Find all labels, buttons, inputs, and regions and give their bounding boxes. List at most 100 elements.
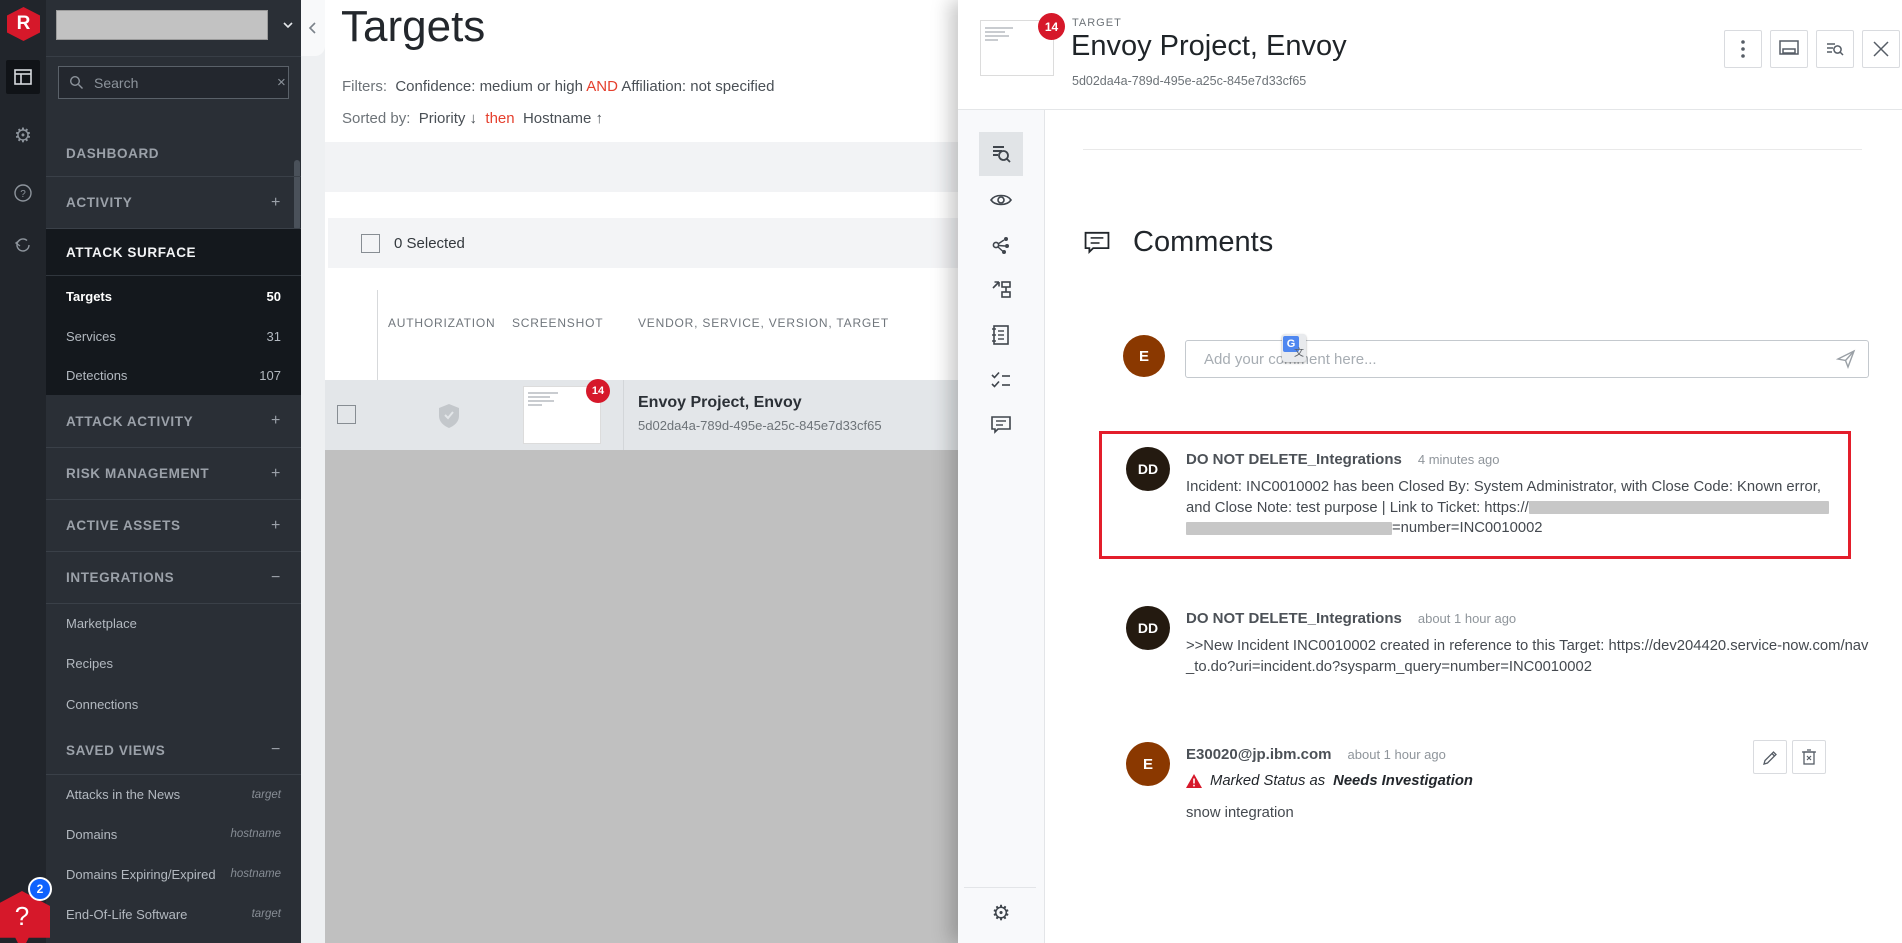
panel-uuid: 5d02da4a-789d-495e-a25c-845e7d33cf65: [1072, 74, 1307, 88]
paths-icon[interactable]: [979, 268, 1023, 312]
page-title: Targets: [341, 2, 486, 51]
filter-confidence[interactable]: Confidence: medium or high: [395, 78, 583, 95]
pencil-icon: [1762, 750, 1777, 765]
translate-extension-icon[interactable]: G文: [1282, 334, 1306, 362]
settings-icon[interactable]: ⚙: [6, 118, 40, 152]
saved-view-domains[interactable]: Domains hostname: [46, 814, 301, 854]
expand-plus-icon[interactable]: +: [271, 517, 281, 535]
services-count: 31: [266, 328, 281, 344]
panel-title: Envoy Project, Envoy: [1071, 30, 1347, 62]
target-detail-panel: 14 TARGET Envoy Project, Envoy 5d02da4a-…: [958, 0, 1902, 943]
detail-search-icon[interactable]: [979, 132, 1023, 176]
sort-priority[interactable]: Priority ↓: [419, 110, 477, 127]
table-row[interactable]: 14 Envoy Project, Envoy 5d02da4a-789d-49…: [325, 379, 958, 450]
authorization-shield-icon: [437, 403, 461, 429]
delete-comment-button[interactable]: [1792, 740, 1826, 774]
checklist-icon[interactable]: [979, 358, 1023, 402]
select-all-checkbox[interactable]: [361, 233, 380, 253]
row-checkbox[interactable]: [337, 405, 356, 424]
expand-plus-icon[interactable]: +: [271, 465, 281, 483]
close-icon: [1873, 41, 1889, 57]
org-switcher[interactable]: [46, 0, 301, 57]
comment-time: about 1 hour ago: [1417, 611, 1517, 626]
org-name-redacted: [56, 10, 268, 40]
randori-logo[interactable]: R: [7, 7, 40, 41]
sidebar-item-saved-views[interactable]: SAVED VIEWS −: [46, 726, 301, 774]
warning-icon: [1186, 774, 1202, 788]
sidebar-search: ×: [58, 66, 289, 99]
sidebar-collapse-strip: [301, 0, 325, 943]
collapse-sidebar-button[interactable]: [301, 0, 325, 56]
settings-icon[interactable]: ⚙: [979, 891, 1023, 935]
sidebar-item-attack-activity[interactable]: ATTACK ACTIVITY +: [46, 395, 301, 447]
saved-view-attacks-in-the-news[interactable]: Attacks in the News target: [46, 774, 301, 814]
filter-affiliation[interactable]: Affiliation: not specified: [621, 78, 774, 95]
expand-plus-icon[interactable]: +: [271, 412, 281, 430]
comment-body: >>New Incident INC0010002 created in ref…: [1186, 638, 1869, 675]
comment-body: snow integration: [1186, 805, 1294, 821]
notes-icon[interactable]: [979, 313, 1023, 357]
column-header-authorization[interactable]: AUTHORIZATION: [388, 316, 496, 330]
help-icon[interactable]: ?: [6, 176, 40, 210]
detections-count: 107: [259, 368, 281, 383]
chat-notification-badge: 2: [28, 877, 52, 901]
chevron-left-icon: [308, 22, 316, 34]
selected-count-label: 0 Selected: [394, 234, 465, 252]
collapse-minus-icon[interactable]: −: [271, 569, 281, 587]
sidebar-item-dashboard[interactable]: DASHBOARD: [46, 130, 301, 176]
target-screenshot-thumbnail[interactable]: 14: [980, 13, 1065, 76]
close-panel-button[interactable]: [1862, 30, 1900, 68]
logout-icon[interactable]: [6, 228, 40, 262]
sort-hostname[interactable]: Hostname ↑: [523, 110, 603, 127]
sidebar-item-risk-management[interactable]: RISK MANAGEMENT +: [46, 447, 301, 499]
saved-view-domains-expiring[interactable]: Domains Expiring/Expired hostname: [46, 854, 301, 894]
sidebar-item-detections[interactable]: Detections 107: [46, 356, 301, 395]
comment-author[interactable]: DO NOT DELETE_Integrations: [1186, 610, 1402, 627]
search-icon: [69, 75, 84, 90]
column-header-vendor[interactable]: VENDOR, SERVICE, VERSION, TARGET: [638, 316, 889, 330]
toolbar-band: [325, 142, 958, 192]
filter-operator: AND: [586, 78, 618, 95]
saved-view-end-of-life[interactable]: End-Of-Life Software target: [46, 894, 301, 934]
edit-comment-button[interactable]: [1753, 740, 1787, 774]
row-target-uuid: 5d02da4a-789d-495e-a25c-845e7d33cf65: [638, 418, 882, 433]
audit-search-button[interactable]: [1816, 30, 1854, 68]
row-screenshot-thumbnail[interactable]: 14: [523, 379, 610, 444]
sidebar-item-services[interactable]: Services 31: [46, 316, 301, 356]
saved-view-type: hostname: [230, 828, 281, 840]
filters-line: Filters: Confidence: medium or high AND …: [342, 78, 775, 95]
rail-divider: [964, 887, 1036, 888]
selection-bar: 0 Selected: [328, 218, 958, 268]
panel-header: 14 TARGET Envoy Project, Envoy 5d02da4a-…: [958, 0, 1902, 110]
targets-page: Targets Filters: Confidence: medium or h…: [325, 0, 958, 450]
sorted-line: Sorted by: Priority ↓ then Hostname ↑: [342, 110, 603, 127]
saved-view-type: target: [251, 788, 281, 801]
overflow-menu-button[interactable]: [1724, 30, 1762, 68]
sidebar-item-targets[interactable]: Targets 50: [46, 276, 301, 316]
comment-author[interactable]: E30020@jp.ibm.com: [1186, 746, 1332, 763]
comments-icon[interactable]: [979, 403, 1023, 447]
row-target-name[interactable]: Envoy Project, Envoy: [638, 394, 882, 412]
grid-dashboard-icon[interactable]: [6, 60, 40, 94]
relationships-icon[interactable]: [979, 223, 1023, 267]
sidebar-item-activity[interactable]: ACTIVITY +: [46, 176, 301, 228]
expand-plus-icon[interactable]: +: [271, 194, 281, 212]
sidebar-item-recipes[interactable]: Recipes: [46, 643, 301, 683]
eye-icon[interactable]: [979, 178, 1023, 222]
collapse-minus-icon[interactable]: −: [271, 741, 281, 759]
column-header-screenshot[interactable]: SCREENSHOT: [512, 316, 603, 330]
search-input[interactable]: [92, 73, 277, 92]
sidebar-item-marketplace[interactable]: Marketplace: [46, 603, 301, 643]
comment-time: about 1 hour ago: [1347, 747, 1446, 762]
sidebar-item-attack-surface[interactable]: ATTACK SURFACE: [46, 229, 301, 276]
clear-search-icon[interactable]: ×: [277, 74, 286, 91]
sidebar-item-connections[interactable]: Connections: [46, 683, 301, 726]
sidebar-item-active-assets[interactable]: ACTIVE ASSETS +: [46, 499, 301, 551]
detection-count-badge: 14: [1038, 13, 1065, 40]
saved-view-type: hostname: [230, 868, 281, 880]
screenshot-button[interactable]: [1770, 30, 1808, 68]
sidebar-item-integrations[interactable]: INTEGRATIONS −: [46, 551, 301, 603]
svg-text:?: ?: [20, 189, 26, 200]
send-comment-icon[interactable]: [1836, 349, 1856, 369]
panel-tab-rail: ⚙: [958, 110, 1045, 943]
